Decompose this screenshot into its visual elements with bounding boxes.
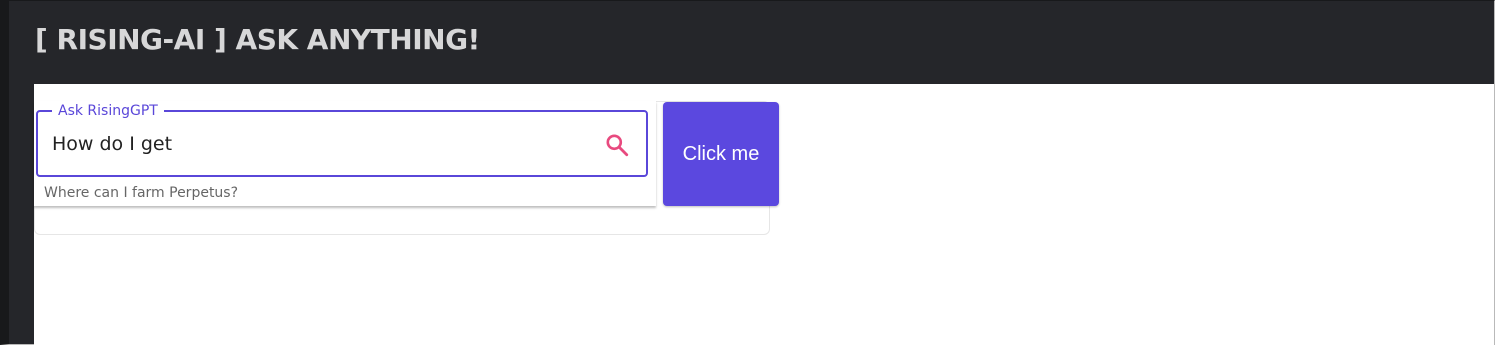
suggestion-item[interactable]: Where can I farm Perpetus? (44, 185, 238, 201)
page-title: [ RISING-AI ] ASK ANYTHING! (35, 23, 480, 56)
search-input[interactable] (52, 130, 572, 158)
search-field-outline[interactable]: Ask RisingGPT (36, 102, 648, 177)
app-header: [ RISING-AI ] ASK ANYTHING! (9, 1, 1494, 84)
search-autocomplete: Ask RisingGPT Where can I farm Perpetus? (34, 101, 656, 206)
app-window: [ RISING-AI ] ASK ANYTHING! Ask RisingGP… (0, 0, 1495, 345)
search-icon[interactable] (604, 132, 630, 158)
click-me-button[interactable]: Click me (663, 102, 779, 206)
main-content: Ask RisingGPT Where can I farm Perpetus?… (34, 84, 1494, 345)
search-field-label: Ask RisingGPT (52, 102, 164, 120)
